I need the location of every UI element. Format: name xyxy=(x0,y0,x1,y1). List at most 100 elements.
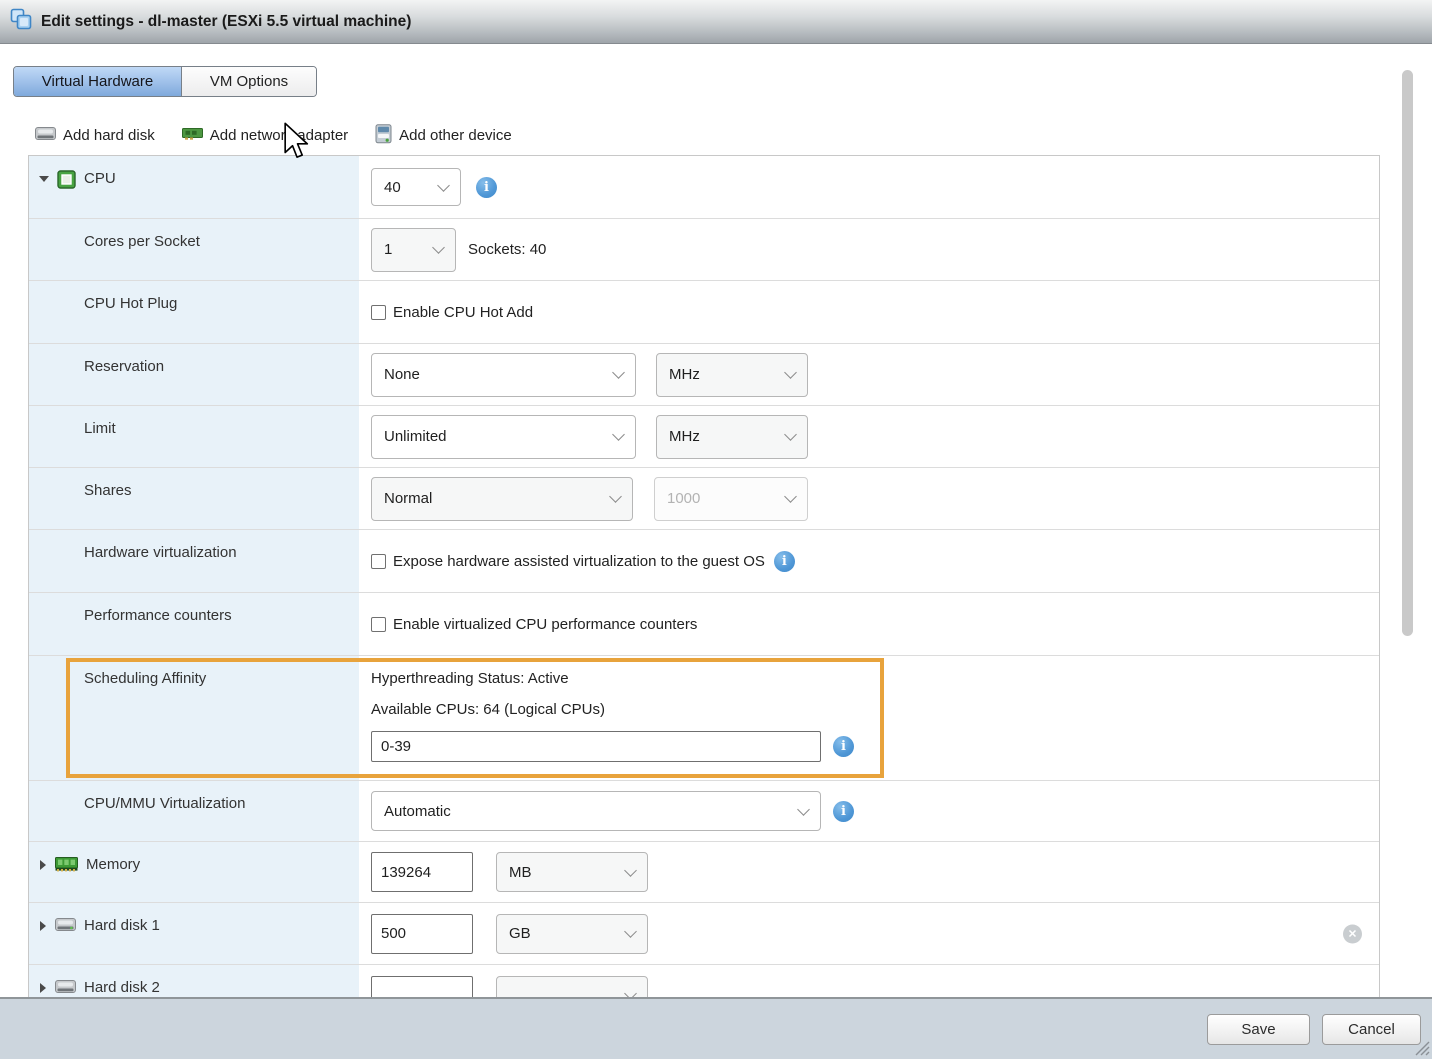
chevron-down-icon xyxy=(784,490,797,503)
enable-cpu-hot-add-checkbox[interactable] xyxy=(371,305,386,320)
tab-virtual-hardware[interactable]: Virtual Hardware xyxy=(14,67,182,96)
scheduling-affinity-input[interactable] xyxy=(371,731,821,762)
limit-value-dropdown[interactable]: Unlimited xyxy=(371,415,636,459)
save-button[interactable]: Save xyxy=(1207,1014,1310,1045)
vertical-scrollbar-thumb[interactable] xyxy=(1402,70,1413,636)
hard-disk-1-unit-dropdown[interactable]: GB xyxy=(496,914,648,954)
add-network-adapter-button[interactable]: Add network adapter xyxy=(182,126,348,145)
row-scheduling-affinity: Scheduling Affinity Hyperthreading Statu… xyxy=(29,656,1379,781)
shares-level-dropdown[interactable]: Normal xyxy=(371,477,633,521)
chevron-down-icon xyxy=(624,925,637,938)
checkbox-label: Enable virtualized CPU performance count… xyxy=(393,616,697,633)
reservation-value-dropdown[interactable]: None xyxy=(371,353,636,397)
row-cpu: CPU 40 i xyxy=(29,156,1379,219)
expand-arrow-icon[interactable] xyxy=(40,921,46,931)
chevron-down-icon xyxy=(432,241,445,254)
resize-grip[interactable] xyxy=(1412,1040,1430,1061)
cpu-icon xyxy=(57,170,76,189)
memory-icon xyxy=(55,856,78,872)
hard-disk-1-size-input[interactable] xyxy=(371,914,473,954)
other-device-icon xyxy=(375,124,392,148)
dropdown-value: 1 xyxy=(384,241,392,258)
dialog-title: Edit settings - dl-master (ESXi 5.5 virt… xyxy=(41,13,411,31)
expand-arrow-icon[interactable] xyxy=(40,860,46,870)
remove-icon[interactable]: ✕ xyxy=(1343,924,1362,943)
row-performance-counters: Performance counters Enable virtualized … xyxy=(29,593,1379,656)
dropdown-value: GB xyxy=(509,925,531,942)
dropdown-value: MHz xyxy=(669,366,700,383)
shares-amount-dropdown: 1000 xyxy=(654,477,808,521)
mouse-cursor xyxy=(284,122,312,167)
hard-disk-2-size-input[interactable] xyxy=(371,976,473,998)
hard-disk-icon xyxy=(55,979,76,995)
row-label: CPU/MMU Virtualization xyxy=(84,795,245,813)
reservation-unit-dropdown[interactable]: MHz xyxy=(656,353,808,397)
memory-unit-dropdown[interactable]: MB xyxy=(496,852,648,892)
row-shares: Shares Normal 1000 xyxy=(29,468,1379,530)
info-icon[interactable]: i xyxy=(833,736,854,757)
collapse-arrow-icon[interactable] xyxy=(39,176,49,182)
tab-vm-options[interactable]: VM Options xyxy=(182,67,316,96)
row-reservation: Reservation None MHz xyxy=(29,344,1379,406)
cpu-count-dropdown[interactable]: 40 xyxy=(371,168,461,206)
row-hardware-virtualization: Hardware virtualization Expose hardware … xyxy=(29,530,1379,593)
row-cpu-hot-plug: CPU Hot Plug Enable CPU Hot Add xyxy=(29,281,1379,344)
sockets-text: Sockets: 40 xyxy=(468,241,546,258)
row-hard-disk-2: Hard disk 2 xyxy=(29,965,1379,997)
available-cpus-text: Available CPUs: 64 (Logical CPUs) xyxy=(371,701,1379,719)
row-memory: Memory MB xyxy=(29,842,1379,903)
row-label: Hard disk 2 xyxy=(84,979,160,997)
dropdown-value: Unlimited xyxy=(384,428,447,445)
row-cores-per-socket: Cores per Socket 1 Sockets: 40 xyxy=(29,219,1379,281)
dropdown-value: MHz xyxy=(669,428,700,445)
row-label: Cores per Socket xyxy=(84,233,200,251)
cores-per-socket-dropdown[interactable]: 1 xyxy=(371,228,456,272)
chevron-down-icon xyxy=(784,366,797,379)
hard-disk-2-unit-dropdown[interactable] xyxy=(496,976,648,998)
info-icon[interactable]: i xyxy=(833,801,854,822)
row-label: Reservation xyxy=(84,358,164,376)
row-label: Performance counters xyxy=(84,607,232,625)
info-icon[interactable]: i xyxy=(476,177,497,198)
limit-unit-dropdown[interactable]: MHz xyxy=(656,415,808,459)
memory-size-input[interactable] xyxy=(371,852,473,892)
row-label: CPU xyxy=(84,170,116,188)
checkbox-label: Expose hardware assisted virtualization … xyxy=(393,553,765,570)
expose-hw-virtualization-checkbox[interactable] xyxy=(371,554,386,569)
chevron-down-icon xyxy=(784,428,797,441)
hard-disk-icon xyxy=(55,917,76,933)
row-label: Hard disk 1 xyxy=(84,917,160,935)
dropdown-value: MB xyxy=(509,864,532,881)
chevron-down-icon xyxy=(609,490,622,503)
row-label: Memory xyxy=(86,856,140,874)
virtual-hardware-table: CPU 40 i Cores per Socket 1 Sockets: 40 … xyxy=(28,155,1380,997)
row-limit: Limit Unlimited MHz xyxy=(29,406,1379,468)
cancel-button[interactable]: Cancel xyxy=(1322,1014,1421,1045)
add-other-device-button[interactable]: Add other device xyxy=(375,124,512,148)
chevron-down-icon xyxy=(624,864,637,877)
enable-virtualized-cpu-counters-checkbox[interactable] xyxy=(371,617,386,632)
row-cpu-mmu-virtualization: CPU/MMU Virtualization Automatic i xyxy=(29,781,1379,842)
chevron-down-icon xyxy=(612,366,625,379)
tab-bar: Virtual Hardware VM Options xyxy=(13,66,317,97)
dropdown-value: Automatic xyxy=(384,803,451,820)
info-icon[interactable]: i xyxy=(774,551,795,572)
dropdown-value: Normal xyxy=(384,490,432,507)
row-label: Limit xyxy=(84,420,116,438)
row-label: Hardware virtualization xyxy=(84,544,237,562)
dialog-footer: Save Cancel xyxy=(0,999,1432,1059)
device-toolbar: Add hard disk Add network adapter Add ot… xyxy=(35,120,512,151)
cpu-mmu-virtualization-dropdown[interactable]: Automatic xyxy=(371,791,821,831)
dialog-titlebar: Edit settings - dl-master (ESXi 5.5 virt… xyxy=(0,0,1432,44)
checkbox-label: Enable CPU Hot Add xyxy=(393,304,533,321)
chevron-down-icon xyxy=(612,428,625,441)
toolbar-button-label: Add other device xyxy=(399,127,512,144)
row-label: Scheduling Affinity xyxy=(84,670,206,688)
toolbar-button-label: Add hard disk xyxy=(63,127,155,144)
toolbar-button-label: Add network adapter xyxy=(210,127,348,144)
hard-disk-icon xyxy=(35,126,56,146)
add-hard-disk-button[interactable]: Add hard disk xyxy=(35,126,155,146)
row-label: Shares xyxy=(84,482,132,500)
expand-arrow-icon[interactable] xyxy=(40,983,46,993)
dropdown-value: 1000 xyxy=(667,490,700,507)
